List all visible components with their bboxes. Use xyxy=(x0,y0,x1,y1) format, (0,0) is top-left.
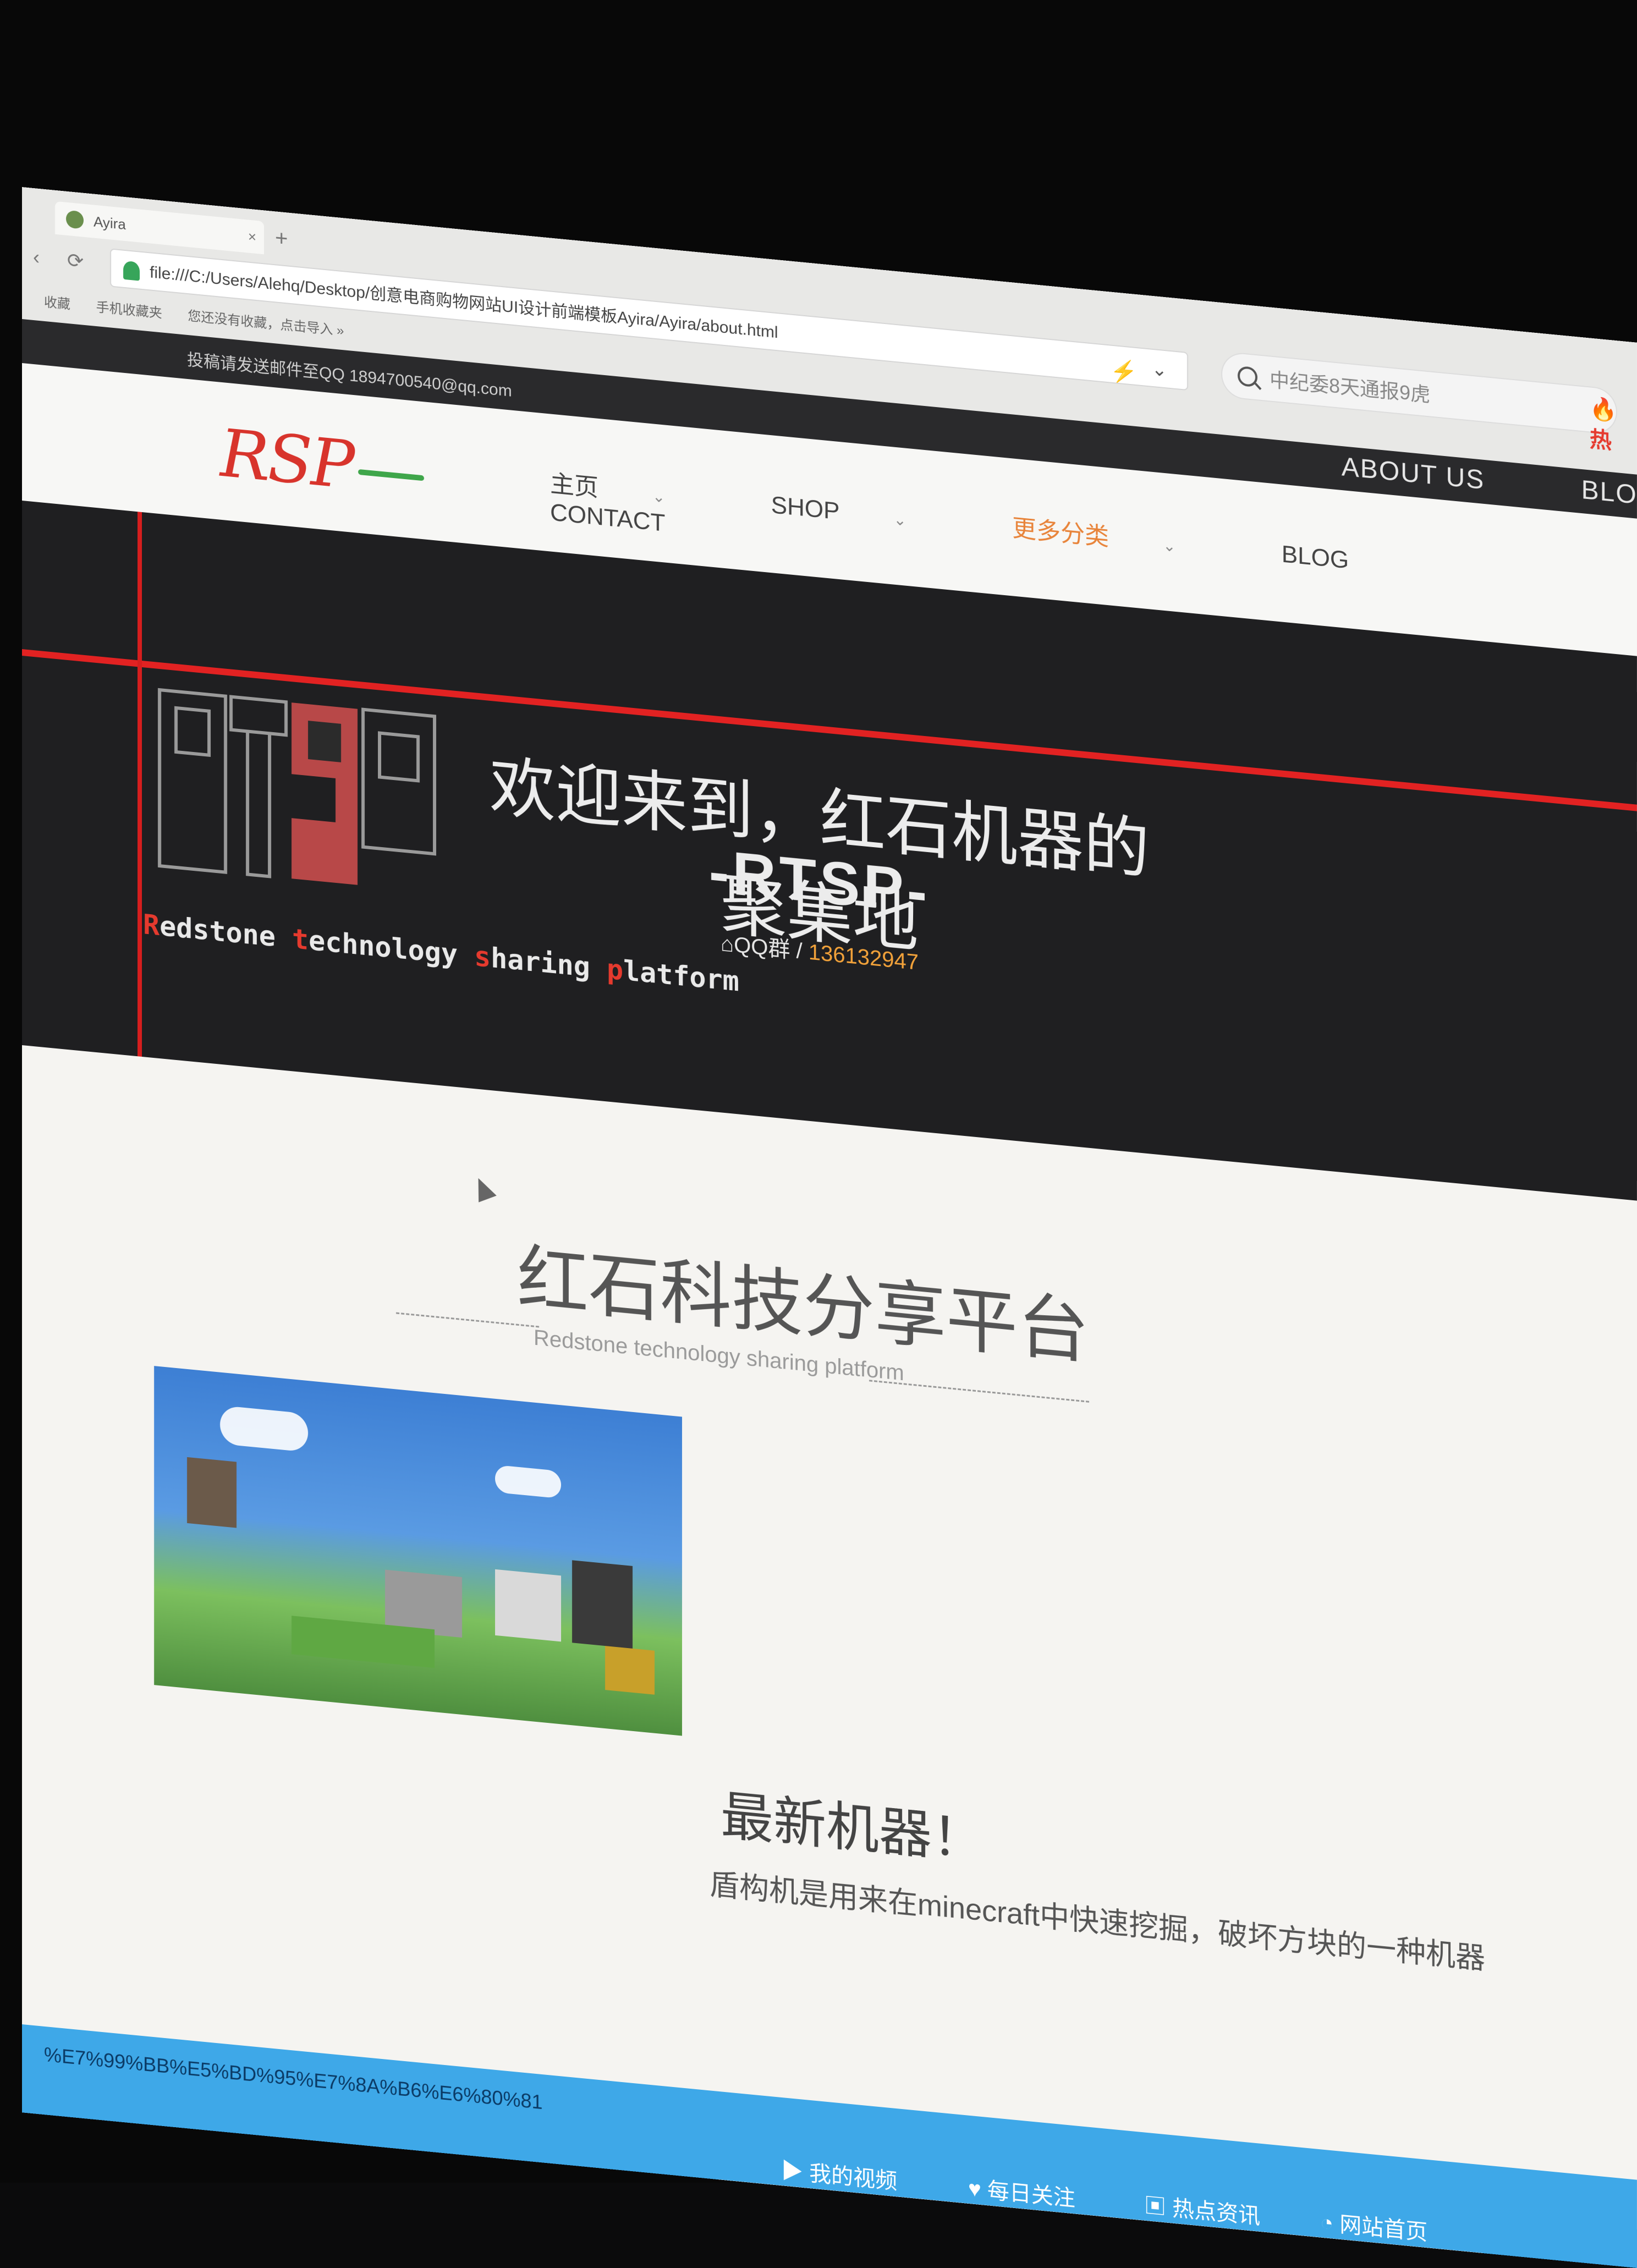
search-icon xyxy=(1238,365,1257,388)
taskbar-item-videos[interactable]: ▶ 我的视频 xyxy=(781,2152,897,2195)
menu-item-more[interactable]: 更多分类 ⌄ xyxy=(1012,508,1225,563)
menu-item-blog[interactable]: BLOG xyxy=(1282,540,1398,579)
link-about-us[interactable]: ABOUT US xyxy=(1342,452,1485,495)
qq-prefix: QQ群 / xyxy=(734,932,809,964)
chevron-down-icon: ⌄ xyxy=(652,487,666,506)
link-blog[interactable]: BLOG xyxy=(1581,475,1637,512)
qq-number-link[interactable]: 136132947 xyxy=(809,940,919,975)
chevron-down-icon: ⌄ xyxy=(893,510,907,529)
minecraft-screenshot[interactable] xyxy=(154,1366,682,1736)
taskbar-label: 热点资讯 xyxy=(1172,2196,1261,2229)
menu-label: BLOG xyxy=(1281,540,1349,574)
block-shape xyxy=(187,1457,237,1528)
search-placeholder: 中纪委8天通报9虎 xyxy=(1270,368,1431,407)
caption-initial: s xyxy=(474,940,491,974)
taskbar-label: 每日关注 xyxy=(987,2178,1075,2211)
rtsp-block-logo xyxy=(158,688,436,885)
taskbar-item-news[interactable]: ▣ 热点资讯 xyxy=(1144,2187,1260,2230)
tab-close-icon[interactable]: × xyxy=(248,220,256,254)
shield-icon xyxy=(123,260,140,281)
divider-line xyxy=(869,1380,1089,1403)
caption-initial: p xyxy=(606,953,624,987)
caption-word: haring xyxy=(491,942,607,985)
new-tab-button[interactable]: + xyxy=(275,226,288,251)
taskbar-label: 网站首页 xyxy=(1339,2212,1428,2245)
news-title: 最新机器！ xyxy=(721,1786,985,1871)
bookmark-item[interactable]: 您还没有收藏，点击导入 » xyxy=(188,309,344,338)
tab-title: Ayira xyxy=(94,213,126,233)
browser-tab[interactable]: Ayira × xyxy=(55,201,264,255)
menu-item-shop[interactable]: SHOP ⌄ xyxy=(771,491,956,536)
home-icon: ⌂ xyxy=(721,931,734,957)
taskbar-item-home[interactable]: ◔ 网站首页 xyxy=(1320,2204,1427,2247)
mouse-cursor-icon xyxy=(469,1174,497,1202)
site-logo[interactable]: RSP xyxy=(220,415,425,512)
taskbar-item-follow[interactable]: ♥ 每日关注 xyxy=(968,2171,1075,2213)
block-shape xyxy=(572,1560,633,1649)
menu-label: 主页 xyxy=(550,470,598,502)
caption-word: latform xyxy=(623,954,739,998)
lightning-icon[interactable]: ⚡ xyxy=(1110,351,1138,391)
chevron-down-icon: ⌄ xyxy=(1163,536,1176,555)
taskbar-label: 我的视频 xyxy=(809,2161,898,2194)
bookmark-item[interactable]: 手机收藏夹 xyxy=(96,300,162,321)
logo-underline xyxy=(358,469,425,481)
block-shape xyxy=(495,1569,561,1642)
page-favicon-icon xyxy=(66,210,84,229)
block-shape xyxy=(605,1646,655,1695)
banner-red-line-vertical xyxy=(138,512,142,1057)
bookmark-item[interactable]: 收藏 xyxy=(44,295,70,312)
menu-label: SHOP xyxy=(771,491,840,525)
caption-word: edstone xyxy=(160,910,292,955)
caption-initial: t xyxy=(292,922,309,957)
menu-label: 更多分类 xyxy=(1012,514,1109,551)
browser-window: Ayira × + ‹ ⟳ ⌂ file:///C:/Users/Alehq/D… xyxy=(22,187,1637,2268)
news-text: 盾构机是用来在minecraft中快速挖掘，破坏方块的一种机器 xyxy=(710,1868,1486,1976)
caption-initial: R xyxy=(143,908,160,942)
logo-text: RSP xyxy=(220,415,353,504)
caption-word: echnology xyxy=(309,924,475,973)
chevron-down-icon[interactable]: ⌄ xyxy=(1152,350,1168,390)
